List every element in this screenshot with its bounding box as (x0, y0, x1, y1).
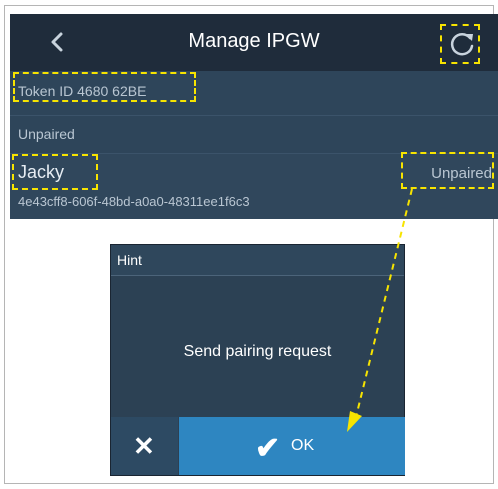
nav-bar: Manage IPGW (10, 14, 498, 71)
status-highlight (401, 152, 494, 189)
dialog-header: Hint (111, 245, 404, 276)
check-icon: ✔ (255, 432, 281, 465)
refresh-highlight (440, 24, 480, 64)
dialog-buttons: ✕ ✔ OK (111, 417, 405, 475)
dialog-message: Send pairing request (183, 343, 332, 360)
ok-button[interactable]: ✔ OK (179, 417, 405, 475)
section-header: Unpaired (10, 116, 498, 154)
section-label: Unpaired (18, 126, 75, 142)
dialog-title: Hint (117, 252, 142, 268)
page-title: Manage IPGW (188, 30, 320, 52)
hint-dialog: Hint Send pairing request ✕ ✔ OK (110, 244, 405, 476)
token-highlight (13, 72, 196, 102)
cancel-button[interactable]: ✕ (111, 417, 178, 475)
device-uuid: 4e43cff8-606f-48bd-a0a0-48311ee1f6c3 (18, 194, 250, 209)
close-icon: ✕ (133, 431, 155, 461)
ok-label: OK (291, 437, 315, 454)
device-name-highlight (12, 154, 98, 190)
